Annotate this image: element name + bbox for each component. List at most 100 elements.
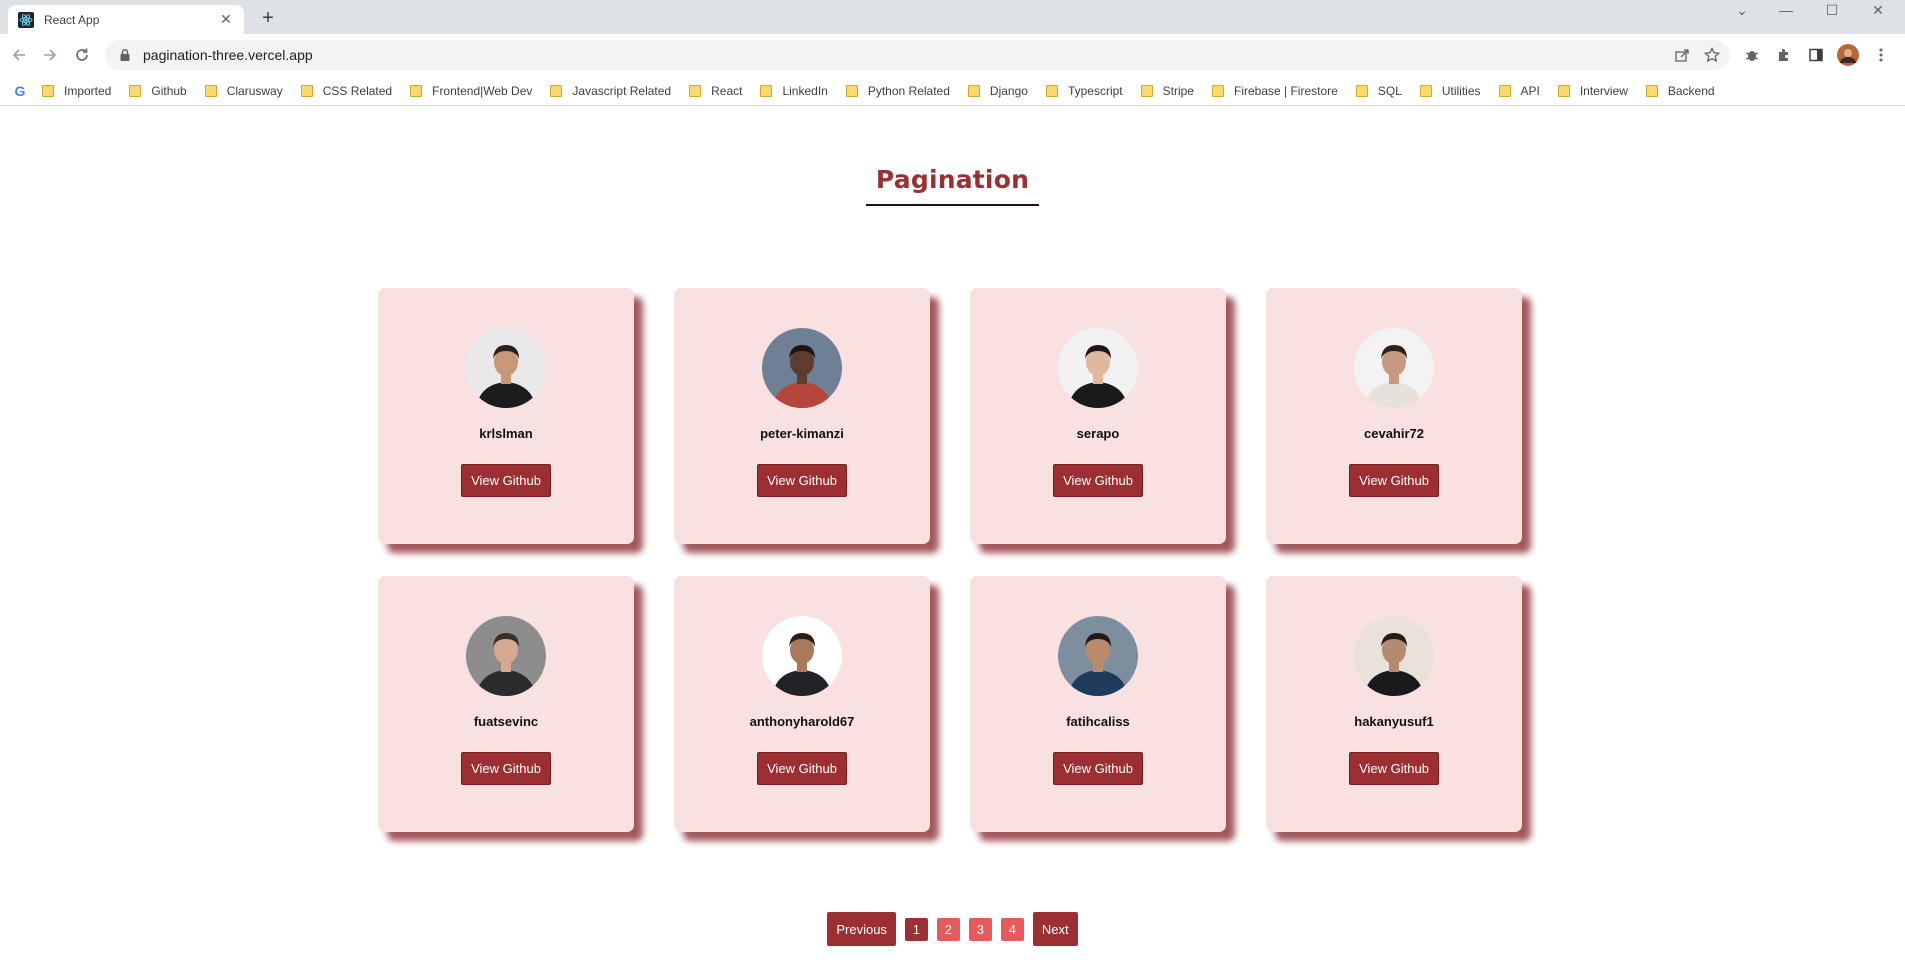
folder-icon — [300, 84, 313, 97]
page-number-button[interactable]: 2 — [936, 917, 960, 941]
view-github-button[interactable]: View Github — [1053, 752, 1143, 785]
bookmark-item[interactable]: Frontend|Web Dev — [410, 84, 532, 98]
share-icon[interactable] — [1674, 47, 1690, 68]
maximize-icon[interactable]: ☐ — [1810, 0, 1854, 20]
view-github-button[interactable]: View Github — [1349, 752, 1439, 785]
page-number-button[interactable]: 4 — [1000, 917, 1024, 941]
pagination: Previous 1234 Next — [0, 912, 1905, 946]
bookmark-label: CSS Related — [322, 83, 393, 98]
user-card-grid: krlslman View Github peter-kimanzi View Git… — [378, 288, 1524, 832]
google-icon[interactable]: G — [12, 83, 28, 99]
username: fatihcaliss — [1066, 714, 1130, 729]
bookmark-label: Backend — [1667, 83, 1715, 98]
bookmark-label: Firebase | Firestore — [1233, 83, 1338, 98]
view-github-button[interactable]: View Github — [461, 464, 551, 497]
lock-icon — [119, 48, 131, 62]
bookmark-item[interactable]: Stripe — [1140, 83, 1194, 98]
user-card: peter-kimanzi View Github — [674, 288, 930, 544]
username: serapo — [1076, 426, 1120, 441]
folder-icon — [1419, 84, 1432, 97]
username: cevahir72 — [1364, 426, 1424, 441]
user-card: hakanyusuf1 View Github — [1266, 576, 1522, 832]
bookmark-label: Typescript — [1067, 83, 1123, 98]
user-card: krlslman View Github — [378, 288, 634, 544]
bookmark-label: Stripe — [1162, 83, 1194, 98]
omnibox[interactable]: pagination-three.vercel.app — [105, 40, 1730, 70]
close-window-icon[interactable]: ✕ — [1856, 0, 1900, 20]
page-number-button[interactable]: 3 — [968, 917, 992, 941]
username: anthonyharold67 — [749, 714, 855, 729]
folder-icon — [1045, 84, 1058, 97]
minimize-icon[interactable]: — — [1764, 0, 1808, 20]
page-number-button[interactable]: 1 — [904, 917, 928, 941]
bookmark-label: SQL — [1377, 83, 1402, 98]
bookmark-label: Frontend|Web Dev — [432, 83, 533, 98]
extension-bug-icon[interactable] — [1742, 45, 1762, 65]
browser-tab-strip: React App ✕ + ⌄ — ☐ ✕ — [0, 0, 1905, 34]
bookmark-item[interactable]: Clarusway — [204, 84, 283, 98]
bookmark-label: API — [1520, 83, 1540, 98]
bookmark-item[interactable]: Imported — [42, 84, 111, 98]
page-number-list: 1234 — [904, 917, 1024, 941]
username: hakanyusuf1 — [1354, 714, 1434, 729]
view-github-button[interactable]: View Github — [461, 752, 551, 785]
tab-search-icon[interactable]: ⌄ — [1720, 0, 1764, 20]
bookmark-item[interactable]: Github — [129, 83, 187, 98]
user-card: cevahir72 View Github — [1266, 288, 1522, 544]
bookmark-item[interactable]: Django — [967, 84, 1028, 98]
folder-icon — [410, 84, 423, 97]
tab-title: React App — [44, 12, 100, 27]
folder-icon — [204, 84, 217, 97]
bookmark-label: Javascript Related — [572, 83, 672, 98]
avatar — [1354, 328, 1434, 408]
next-button[interactable]: Next — [1032, 912, 1078, 946]
view-github-button[interactable]: View Github — [757, 464, 847, 497]
bookmark-label: Python Related — [867, 83, 950, 98]
bookmark-label: Github — [151, 83, 187, 98]
bookmarks-bar: G Imported Github Clarusway CSS Related Fron… — [0, 76, 1905, 106]
username: krlslman — [479, 426, 533, 441]
folder-icon — [1355, 84, 1368, 97]
bookmark-item[interactable]: Interview — [1557, 84, 1628, 98]
bookmark-item[interactable]: LinkedIn — [760, 84, 828, 98]
bookmark-item[interactable]: CSS Related — [300, 83, 393, 98]
user-card: fatihcaliss View Github — [970, 576, 1226, 832]
view-github-button[interactable]: View Github — [1053, 464, 1143, 497]
folder-icon — [760, 84, 773, 97]
bookmark-item[interactable]: Javascript Related — [550, 84, 671, 98]
avatar — [1354, 616, 1434, 696]
profile-avatar-icon[interactable] — [1837, 44, 1859, 66]
new-tab-icon[interactable]: + — [258, 8, 278, 28]
bookmark-item[interactable]: Python Related — [845, 83, 950, 98]
bookmark-item[interactable]: React — [689, 84, 742, 98]
bookmark-item[interactable]: SQL — [1355, 83, 1402, 98]
bookmark-label: Imported — [64, 83, 112, 98]
close-tab-icon[interactable]: ✕ — [218, 11, 234, 28]
folder-icon — [1498, 84, 1511, 97]
bookmark-star-icon[interactable] — [1703, 46, 1721, 68]
bookmark-item[interactable]: Utilities — [1419, 83, 1481, 98]
avatar — [1058, 616, 1138, 696]
browser-tab[interactable]: React App ✕ — [8, 5, 244, 34]
bookmark-label: React — [711, 83, 743, 98]
folder-icon — [967, 84, 980, 97]
bookmark-item[interactable]: API — [1498, 83, 1540, 98]
folder-icon — [42, 84, 54, 97]
reload-icon[interactable] — [71, 44, 93, 66]
side-panel-icon[interactable] — [1806, 45, 1826, 65]
avatar — [466, 616, 546, 696]
previous-button[interactable]: Previous — [827, 912, 896, 946]
extensions-puzzle-icon[interactable] — [1774, 45, 1794, 65]
view-github-button[interactable]: View Github — [1349, 464, 1439, 497]
avatar — [762, 616, 842, 696]
forward-arrow-icon[interactable] — [39, 44, 61, 66]
back-arrow-icon[interactable] — [8, 44, 30, 66]
view-github-button[interactable]: View Github — [757, 752, 847, 785]
bookmark-item[interactable]: Backend — [1645, 83, 1715, 98]
page-heading: Pagination — [0, 165, 1905, 206]
bookmark-label: Utilities — [1441, 83, 1481, 98]
bookmark-item[interactable]: Firebase | Firestore — [1211, 83, 1338, 98]
more-menu-icon[interactable] — [1871, 45, 1891, 65]
bookmark-item[interactable]: Typescript — [1045, 83, 1123, 98]
page-content: Pagination krlslman View Github peter-kima… — [0, 107, 1905, 974]
